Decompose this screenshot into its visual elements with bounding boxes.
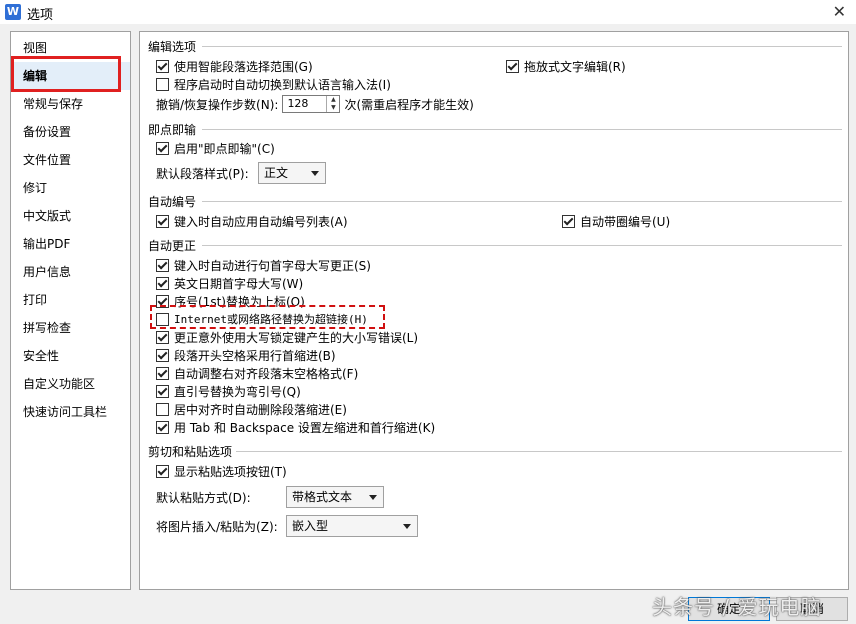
option-label: 自动调整右对齐段落末空格格式(F) xyxy=(174,366,359,381)
close-icon[interactable]: ✕ xyxy=(833,2,846,21)
default-style-value: 正文 xyxy=(264,166,289,180)
checkbox-smart-quotes[interactable] xyxy=(156,384,169,398)
section-title-click-type: 即点即输 xyxy=(148,123,197,137)
checkbox-capitalize-sentence[interactable] xyxy=(156,258,169,272)
sidebar-edit-highlight xyxy=(11,56,121,92)
option-smart-select[interactable]: 使用智能段落选择范围(G) xyxy=(156,57,313,75)
autocorrect-item[interactable]: 用 Tab 和 Backspace 设置左缩进和首行缩进(K) xyxy=(156,418,435,436)
section-title-auto-number: 自动编号 xyxy=(148,195,197,209)
section-divider xyxy=(202,129,842,130)
options-sidebar: 视图 编辑 常规与保存 备份设置 文件位置 修订 中文版式 输出PDF 用户信息… xyxy=(10,31,131,590)
sidebar-item-export-pdf[interactable]: 输出PDF xyxy=(11,230,130,258)
checkbox-capitalize-dates[interactable] xyxy=(156,276,169,290)
sidebar-item-user-info[interactable]: 用户信息 xyxy=(11,258,130,286)
window-title: 选项 xyxy=(27,8,54,23)
section-divider xyxy=(236,451,842,452)
chevron-down-icon[interactable]: ▼ xyxy=(327,104,339,112)
option-label: 段落开头空格采用行首缩进(B) xyxy=(174,348,336,363)
checkbox-auto-ime[interactable] xyxy=(156,77,169,91)
option-label: 用 Tab 和 Backspace 设置左缩进和首行缩进(K) xyxy=(174,420,436,435)
checkbox-leading-space-indent[interactable] xyxy=(156,348,169,362)
option-label: 直引号替换为弯引号(Q) xyxy=(174,384,301,399)
section-title-edit-options: 编辑选项 xyxy=(148,40,197,54)
option-label: 启用"即点即输"(C) xyxy=(174,141,275,156)
section-title-paste: 剪切和粘贴选项 xyxy=(148,445,233,459)
option-label: 使用智能段落选择范围(G) xyxy=(174,59,313,74)
default-style-label: 默认段落样式(P): xyxy=(156,166,249,181)
section-divider xyxy=(202,245,842,246)
image-paste-row: 将图片插入/粘贴为(Z): xyxy=(156,517,278,535)
undo-steps-value[interactable]: 128 xyxy=(283,96,326,112)
sidebar-item-general-save[interactable]: 常规与保存 xyxy=(11,90,130,118)
option-drag-drop[interactable]: 拖放式文字编辑(R) xyxy=(506,57,626,75)
sidebar-item-security[interactable]: 安全性 xyxy=(11,342,130,370)
image-paste-select[interactable]: 嵌入型 xyxy=(286,515,418,537)
autocorrect-item[interactable]: 直引号替换为弯引号(Q) xyxy=(156,382,301,400)
option-label: 键入时自动应用自动编号列表(A) xyxy=(174,214,348,229)
sidebar-item-file-location[interactable]: 文件位置 xyxy=(11,146,130,174)
section-divider xyxy=(202,201,842,202)
autocorrect-item[interactable]: 键入时自动进行句首字母大写更正(S) xyxy=(156,256,371,274)
sidebar-item-quick-access[interactable]: 快速访问工具栏 xyxy=(11,398,130,426)
undo-steps-row: 撤销/恢复操作步数(N): 128 ▲ ▼ 次(需重启程序才能生效) xyxy=(156,94,474,114)
checkbox-show-paste-button[interactable] xyxy=(156,464,169,478)
option-label: 英文日期首字母大写(W) xyxy=(174,276,304,291)
default-paste-value: 带格式文本 xyxy=(292,490,353,504)
default-paste-row: 默认粘贴方式(D): xyxy=(156,488,251,506)
default-paste-select[interactable]: 带格式文本 xyxy=(286,486,384,508)
chevron-down-icon xyxy=(403,524,411,529)
checkbox-click-and-type[interactable] xyxy=(156,141,169,155)
option-label: 拖放式文字编辑(R) xyxy=(524,59,626,74)
checkbox-tab-backspace-indent[interactable] xyxy=(156,420,169,434)
chevron-down-icon xyxy=(369,495,377,500)
undo-steps-suffix: 次(需重启程序才能生效) xyxy=(344,97,474,112)
sidebar-item-spellcheck[interactable]: 拼写检查 xyxy=(11,314,130,342)
checkbox-smart-select[interactable] xyxy=(156,59,169,73)
checkbox-auto-number-list[interactable] xyxy=(156,214,169,228)
wps-writer-icon: W xyxy=(5,4,21,20)
checkbox-drag-drop[interactable] xyxy=(506,59,519,73)
option-auto-circle-number[interactable]: 自动带圈编号(U) xyxy=(562,212,670,230)
option-label: 键入时自动进行句首字母大写更正(S) xyxy=(174,258,371,273)
option-label: 居中对齐时自动删除段落缩进(E) xyxy=(174,402,347,417)
option-auto-number-list[interactable]: 键入时自动应用自动编号列表(A) xyxy=(156,212,348,230)
section-title-auto-correct: 自动更正 xyxy=(148,239,197,253)
chevron-up-icon[interactable]: ▲ xyxy=(327,96,339,104)
checkbox-auto-circle-number[interactable] xyxy=(562,214,575,228)
option-show-paste-button[interactable]: 显示粘贴选项按钮(T) xyxy=(156,462,287,480)
autocorrect-item[interactable]: 段落开头空格采用行首缩进(B) xyxy=(156,346,336,364)
autocorrect-item[interactable]: 自动调整右对齐段落末空格格式(F) xyxy=(156,364,358,382)
default-style-select[interactable]: 正文 xyxy=(258,162,326,184)
option-auto-ime[interactable]: 程序启动时自动切换到默认语言输入法(I) xyxy=(156,75,391,93)
autocorrect-item[interactable]: 英文日期首字母大写(W) xyxy=(156,274,303,292)
image-paste-value: 嵌入型 xyxy=(292,519,329,533)
sidebar-item-print[interactable]: 打印 xyxy=(11,286,130,314)
image-paste-label: 将图片插入/粘贴为(Z): xyxy=(156,519,278,534)
checkbox-center-remove-indent[interactable] xyxy=(156,402,169,416)
option-label: 更正意外使用大写锁定键产生的大小写错误(L) xyxy=(174,330,419,345)
option-label: 显示粘贴选项按钮(T) xyxy=(174,464,287,479)
sidebar-item-custom-ribbon[interactable]: 自定义功能区 xyxy=(11,370,130,398)
sidebar-item-chinese-layout[interactable]: 中文版式 xyxy=(11,202,130,230)
option-label: 程序启动时自动切换到默认语言输入法(I) xyxy=(174,77,391,92)
checkbox-right-align-spaces[interactable] xyxy=(156,366,169,380)
default-paste-label: 默认粘贴方式(D): xyxy=(156,490,251,505)
undo-steps-stepper[interactable]: 128 ▲ ▼ xyxy=(282,95,341,113)
chevron-down-icon xyxy=(311,171,319,176)
autocorrect-item[interactable]: 更正意外使用大写锁定键产生的大小写错误(L) xyxy=(156,328,418,346)
undo-steps-label: 撤销/恢复操作步数(N): xyxy=(156,97,279,112)
default-style-row: 默认段落样式(P): xyxy=(156,164,249,182)
option-label: 自动带圈编号(U) xyxy=(580,214,671,229)
sidebar-item-backup[interactable]: 备份设置 xyxy=(11,118,130,146)
title-bar: W 选项 ✕ xyxy=(0,0,856,24)
sidebar-item-revision[interactable]: 修订 xyxy=(11,174,130,202)
watermark: 头条号 / 爱玩电脑 xyxy=(652,595,822,619)
stepper-arrows[interactable]: ▲ ▼ xyxy=(326,96,339,112)
option-click-and-type[interactable]: 启用"即点即输"(C) xyxy=(156,139,275,157)
checkbox-caps-lock-fix[interactable] xyxy=(156,330,169,344)
annotation-highlight-box xyxy=(150,305,385,329)
autocorrect-item[interactable]: 居中对齐时自动删除段落缩进(E) xyxy=(156,400,347,418)
section-divider xyxy=(202,46,842,47)
